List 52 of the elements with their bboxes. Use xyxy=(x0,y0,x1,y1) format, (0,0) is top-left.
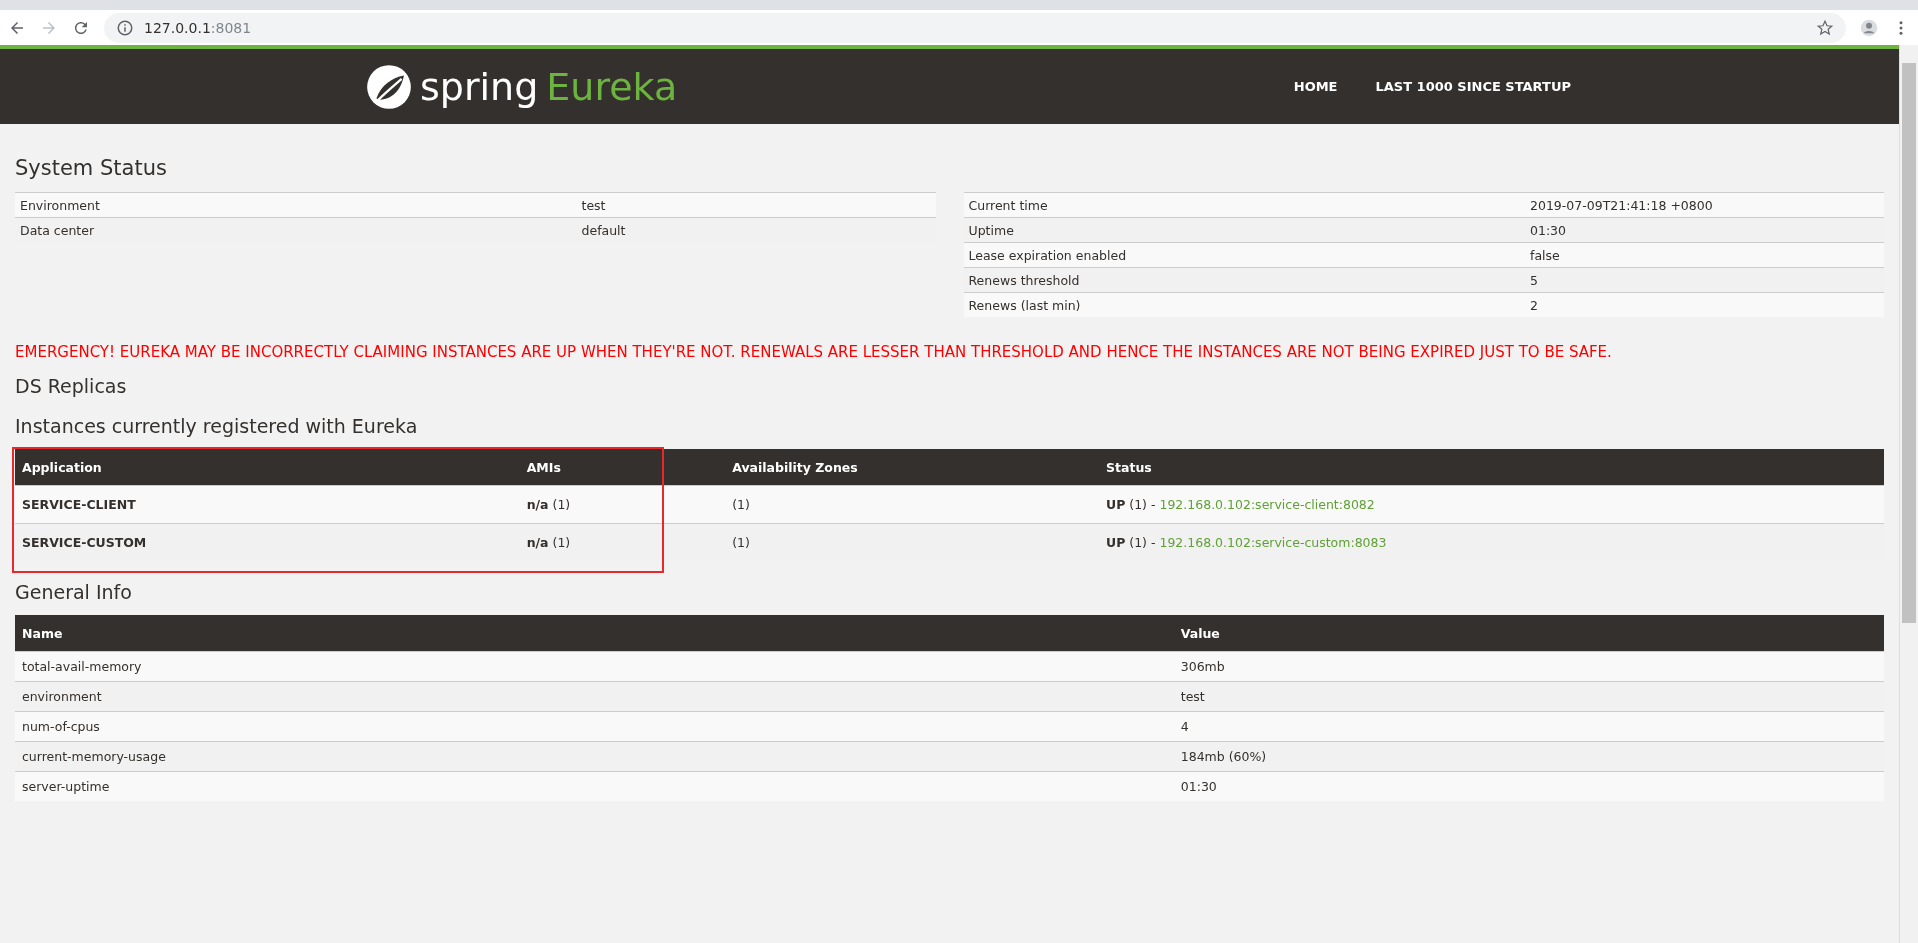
table-cell: 2019-07-09T21:41:18 +0800 xyxy=(1525,192,1884,218)
logo-text: spring xyxy=(420,64,539,109)
table-cell: 2 xyxy=(1525,292,1884,317)
table-cell: Uptime xyxy=(963,217,1525,243)
table-cell: 01:30 xyxy=(1173,771,1884,801)
column-header: Value xyxy=(1173,615,1884,652)
leaf-logo-icon xyxy=(366,63,412,110)
scrollbar[interactable] xyxy=(1899,45,1918,943)
section-heading: DS Replicas xyxy=(15,375,128,397)
table-cell: total-avail-memory xyxy=(15,651,1174,682)
table-cell: test xyxy=(576,192,936,218)
table-cell: 4 xyxy=(1173,711,1884,742)
nav-link[interactable]: HOME xyxy=(1293,79,1338,94)
table-cell: SERVICE-CLIENT xyxy=(22,497,136,512)
address-bar[interactable]: 127.0.0.1:8081 xyxy=(104,12,1846,43)
status-text: UP (1) - xyxy=(1106,497,1157,512)
column-header: AMIs xyxy=(519,449,726,486)
warning-text: EMERGENCY! EUREKA MAY BE INCORRECTLY CLAIMING INSTANCES ARE UP WHEN THEY'RE NOT. RENEWALS ARE LESSER THAN THRESHOLD AND HENCE THE INSTANCES ARE NOT BEING EXPIRED JUST TO BE SAFE. xyxy=(15,343,1613,361)
table-cell: Renews threshold xyxy=(963,267,1525,293)
table-cell: Current time xyxy=(963,192,1525,218)
table-cell: n/a (1) xyxy=(526,535,571,550)
table-cell: num-of-cpus xyxy=(15,711,1174,742)
table-cell: 5 xyxy=(1525,267,1884,293)
column-header: Application xyxy=(15,449,520,486)
section-heading: System Status xyxy=(15,156,168,180)
table-cell: false xyxy=(1525,242,1884,268)
table-cell: 306mb xyxy=(1173,651,1884,682)
profile-icon[interactable] xyxy=(1860,18,1878,37)
info-icon[interactable] xyxy=(116,18,134,37)
logo-text: Eureka xyxy=(546,64,678,109)
table-cell: 184mb (60%) xyxy=(1173,741,1884,772)
table-cell: test xyxy=(1173,681,1884,712)
table-cell: n/a (1) xyxy=(526,497,571,512)
column-header: Status xyxy=(1099,449,1884,486)
section-heading: General Info xyxy=(15,581,133,603)
table-cell: 01:30 xyxy=(1525,217,1884,243)
column-header: Name xyxy=(15,615,1174,652)
table-cell: (1) xyxy=(732,535,750,550)
nav-link[interactable]: LAST 1000 SINCE STARTUP xyxy=(1375,79,1571,94)
star-icon[interactable] xyxy=(1816,18,1834,37)
table-cell: Renews (last min) xyxy=(963,292,1525,317)
table-cell: environment xyxy=(15,681,1174,712)
table-cell: current-memory-usage xyxy=(15,741,1174,772)
table-cell: SERVICE-CUSTOM xyxy=(22,535,147,550)
url-text: 127.0.0.1:8081 xyxy=(144,19,252,36)
table-cell: Environment xyxy=(15,192,577,218)
table-cell: server-uptime xyxy=(15,771,1174,801)
column-header: Availability Zones xyxy=(725,449,1099,486)
section-heading: Instances currently registered with Eureka xyxy=(15,415,419,437)
table-cell: Lease expiration enabled xyxy=(963,242,1525,268)
table-cell: (1) xyxy=(732,497,750,512)
status-text: UP (1) - xyxy=(1106,535,1157,550)
